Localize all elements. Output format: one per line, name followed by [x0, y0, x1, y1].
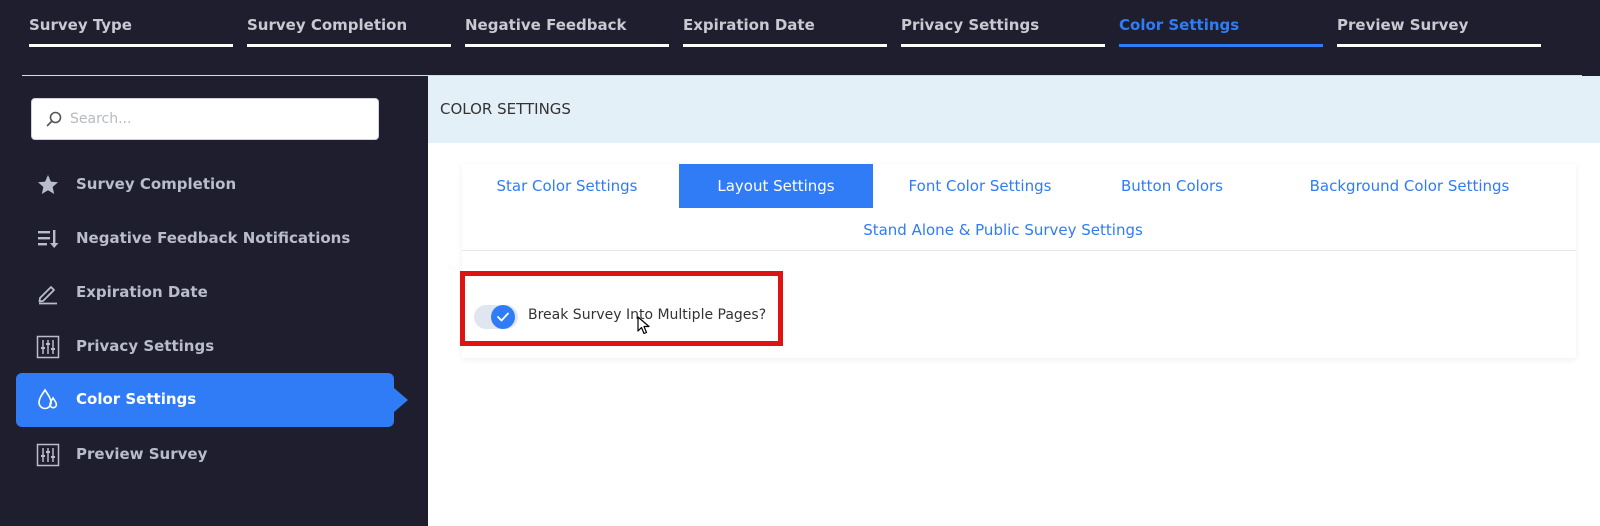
sidebar-item-expiration-date[interactable]: Expiration Date [16, 266, 394, 320]
step-progress-bar [901, 44, 1105, 47]
sidebar-item-label: Negative Feedback Notifications [76, 229, 351, 247]
sidebar-item-label: Privacy Settings [76, 337, 215, 355]
mouse-cursor-icon [637, 316, 650, 335]
step-label: Privacy Settings [901, 16, 1040, 34]
step-progress-bar [247, 44, 451, 47]
tab-button-colors[interactable]: Button Colors [1112, 164, 1232, 208]
step-preview-survey[interactable]: Preview Survey [1337, 16, 1541, 48]
step-privacy-settings[interactable]: Privacy Settings [901, 16, 1105, 48]
search-input[interactable] [70, 108, 360, 130]
step-survey-type[interactable]: Survey Type [29, 16, 233, 48]
step-progress-bar [29, 44, 233, 47]
sliders-icon [36, 335, 60, 359]
tab-font-color-settings[interactable]: Font Color Settings [892, 164, 1068, 208]
sidebar-item-label: Preview Survey [76, 445, 208, 463]
search-icon [46, 111, 62, 127]
tab-background-color-settings[interactable]: Background Color Settings [1292, 164, 1527, 208]
step-negative-feedback[interactable]: Negative Feedback [465, 16, 669, 48]
step-label: Survey Type [29, 16, 132, 34]
sidebar-item-color-settings[interactable]: Color Settings [16, 373, 408, 427]
sidebar-item-label: Survey Completion [76, 175, 237, 193]
sliders-icon [36, 443, 60, 467]
star-icon [38, 175, 58, 194]
step-label: Expiration Date [683, 16, 815, 34]
sidebar-item-privacy-settings[interactable]: Privacy Settings [16, 320, 394, 374]
step-label: Negative Feedback [465, 16, 627, 34]
section-header: COLOR SETTINGS [428, 76, 1600, 143]
pen-icon [38, 286, 57, 305]
step-color-settings[interactable]: Color Settings [1119, 16, 1323, 48]
tab-layout-settings[interactable]: Layout Settings [679, 164, 873, 208]
step-progress-bar [683, 44, 887, 47]
sidebar-item-preview-survey[interactable]: Preview Survey [16, 428, 394, 482]
step-expiration-date[interactable]: Expiration Date [683, 16, 887, 48]
step-label: Preview Survey [1337, 16, 1469, 34]
check-icon [497, 312, 509, 322]
search-box [31, 98, 379, 140]
step-survey-completion[interactable]: Survey Completion [247, 16, 451, 48]
step-progress-bar [465, 44, 669, 47]
tab-stand-alone-public-survey-settings[interactable]: Stand Alone & Public Survey Settings [852, 208, 1154, 252]
step-label: Survey Completion [247, 16, 408, 34]
tab-star-color-settings[interactable]: Star Color Settings [482, 164, 652, 208]
divider [462, 250, 1576, 251]
page-title: COLOR SETTINGS [440, 100, 571, 118]
sidebar: Survey Completion Negative Feedback Noti… [0, 76, 428, 526]
sidebar-item-label: Expiration Date [76, 283, 208, 301]
sort-list-icon [38, 230, 59, 248]
survey-steps-bar: Survey Type Survey Completion Negative F… [0, 0, 1600, 76]
toggle-knob [491, 305, 515, 329]
sidebar-item-survey-completion[interactable]: Survey Completion [16, 158, 394, 212]
multi-page-toggle[interactable] [474, 305, 518, 329]
sidebar-item-negative-feedback[interactable]: Negative Feedback Notifications [16, 212, 394, 266]
sidebar-item-label: Color Settings [76, 390, 197, 408]
step-progress-bar [1119, 44, 1323, 47]
step-progress-bar [1337, 44, 1541, 47]
drops-icon [38, 388, 58, 410]
step-label: Color Settings [1119, 16, 1240, 34]
